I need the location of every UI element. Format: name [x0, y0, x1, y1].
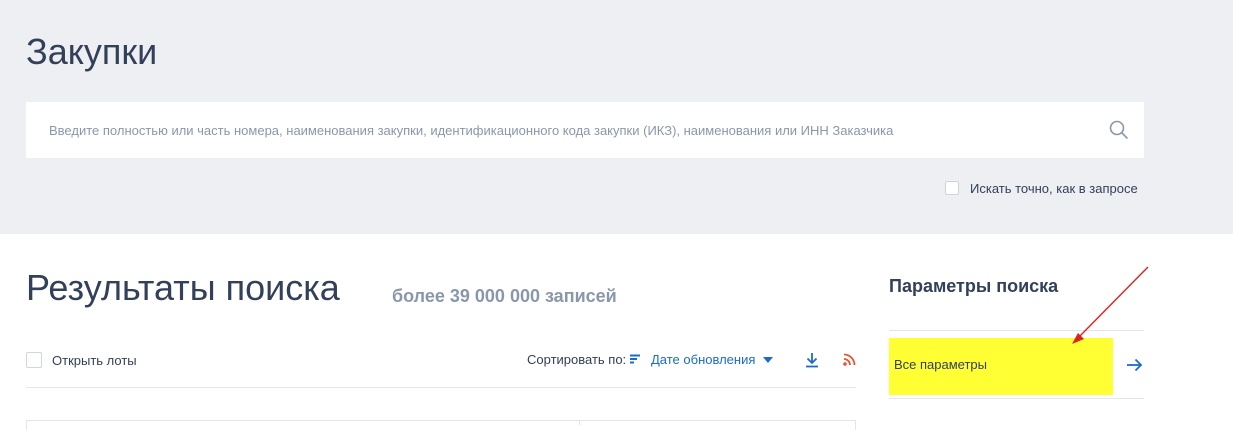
all-params-label: Все параметры	[894, 357, 988, 372]
open-lots-checkbox[interactable]	[26, 352, 42, 368]
results-title: Результаты поиска	[26, 267, 340, 308]
sort-label: Сортировать по:	[527, 352, 627, 367]
exact-match-checkbox[interactable]	[945, 181, 959, 195]
search-input[interactable]	[26, 102, 1086, 158]
rss-icon[interactable]	[843, 353, 856, 366]
params-divider-bottom	[889, 398, 1144, 399]
open-lots-option[interactable]: Открыть лоты	[26, 351, 137, 369]
exact-match-label: Искать точно, как в запросе	[970, 180, 1138, 196]
search-box	[26, 102, 1144, 158]
results-count: более 39 000 000 записей	[392, 286, 617, 306]
annotation-arrow-icon	[1072, 266, 1149, 344]
params-title: Параметры поиска	[889, 276, 1059, 296]
result-card[interactable]	[26, 420, 856, 430]
sort-icon[interactable]	[630, 354, 640, 364]
sort-dropdown[interactable]: Дате обновления	[651, 352, 755, 367]
download-icon[interactable]	[805, 352, 819, 368]
open-lots-label: Открыть лоты	[52, 352, 137, 368]
result-card-divider	[579, 420, 580, 425]
results-divider	[26, 387, 856, 388]
page-title: Закупки	[26, 31, 158, 72]
exact-match-option[interactable]: Искать точно, как в запросе	[945, 179, 1138, 197]
search-icon[interactable]	[1108, 119, 1130, 141]
arrow-right-icon[interactable]	[1126, 358, 1143, 372]
chevron-down-icon[interactable]	[763, 357, 773, 363]
